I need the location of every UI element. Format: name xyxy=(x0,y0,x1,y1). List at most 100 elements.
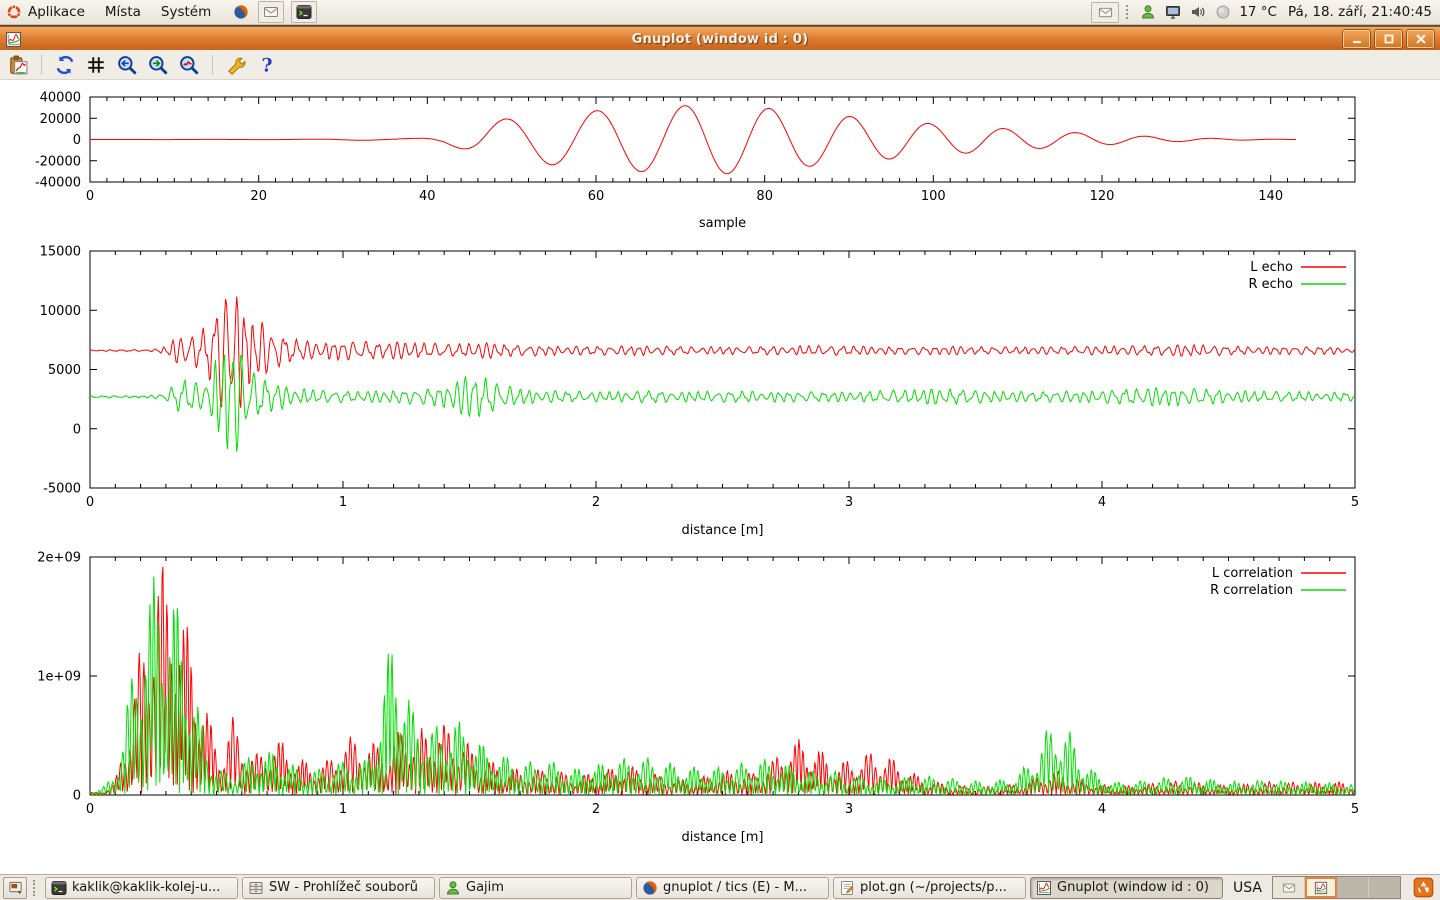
taskbar-item-terminal[interactable]: kaklik@kaklik-kolej-u... xyxy=(45,877,238,899)
x-tick-label: 4 xyxy=(1098,802,1106,817)
menu-label: Místa xyxy=(105,4,141,20)
maximize-button[interactable] xyxy=(1374,29,1403,49)
x-tick-label: 3 xyxy=(845,802,853,817)
grid-button[interactable] xyxy=(84,53,108,77)
workspace-2[interactable] xyxy=(1305,877,1337,898)
taskbar-item-gedit[interactable]: plot.gn (~/projects/p... xyxy=(833,877,1026,899)
taskbar-item-label: Gnuplot (window id : 0) xyxy=(1057,880,1209,895)
display-settings-icon[interactable] xyxy=(1164,3,1182,21)
x-tick-label: 0 xyxy=(86,495,94,510)
series-L-correlation xyxy=(90,567,1355,795)
minimize-button[interactable] xyxy=(1342,29,1371,49)
legend-label: L correlation xyxy=(1212,566,1293,581)
taskbar-item-label: gnuplot / tics (E) - M... xyxy=(663,880,807,895)
x-tick-label: 80 xyxy=(756,189,773,204)
gnuplot-window-icon[interactable] xyxy=(5,31,22,48)
gajim-status-icon[interactable] xyxy=(1139,3,1157,21)
x-tick-label: 2 xyxy=(592,802,600,817)
menu-aplikace[interactable]: Aplikace xyxy=(0,0,95,24)
y-tick-label: 40000 xyxy=(40,91,81,106)
taskbar: kaklik@kaklik-kolej-u... SW - Prohlížeč s… xyxy=(0,874,1440,900)
taskbar-item-label: Gajim xyxy=(466,880,504,895)
y-tick-label: -20000 xyxy=(35,154,81,169)
x-tick-label: 1 xyxy=(339,495,347,510)
terminal-launcher[interactable] xyxy=(291,1,317,23)
y-tick-label: 15000 xyxy=(40,245,81,260)
x-tick-label: 120 xyxy=(1090,189,1115,204)
x-tick-label: 0 xyxy=(86,189,94,204)
y-tick-label: 1e+09 xyxy=(37,670,81,685)
temperature-label[interactable]: 17 °C xyxy=(1239,4,1277,20)
plot-echo[interactable]: 012345-5000050001000015000distance [m]L … xyxy=(40,245,1360,539)
x-tick-label: 1 xyxy=(339,802,347,817)
ubuntu-logo-icon xyxy=(6,4,22,20)
toolbar-separator xyxy=(41,55,42,75)
x-tick-label: 0 xyxy=(86,802,94,817)
taskbar-item-gajim[interactable]: Gajim xyxy=(439,877,632,899)
gnuplot-titlebar[interactable]: Gnuplot (window id : 0) xyxy=(0,26,1440,51)
y-tick-label: 20000 xyxy=(40,112,81,127)
y-tick-label: -5000 xyxy=(43,482,81,497)
window-title: Gnuplot (window id : 0) xyxy=(0,32,1440,47)
terminal-icon xyxy=(51,880,67,896)
taskbar-item-firefox[interactable]: gnuplot / tics (E) - M... xyxy=(636,877,829,899)
workspace-3[interactable] xyxy=(1337,877,1369,898)
toolbar-separator xyxy=(212,55,213,75)
menu-label: Systém xyxy=(161,4,211,20)
zoom-previous-button[interactable] xyxy=(115,53,139,77)
copy-button[interactable] xyxy=(6,53,30,77)
x-tick-label: 100 xyxy=(921,189,946,204)
replot-button[interactable] xyxy=(53,53,77,77)
plot-correlation[interactable]: 01234501e+092e+09distance [m]L correlati… xyxy=(37,551,1359,846)
panel-grip[interactable] xyxy=(1126,5,1132,19)
series-R-echo xyxy=(90,355,1355,452)
x-tick-label: 40 xyxy=(419,189,436,204)
gnuplot-canvas[interactable]: 020406080100120140-40000-200000200004000… xyxy=(0,80,1440,874)
firefox-icon xyxy=(642,880,658,896)
keyboard-layout-indicator[interactable]: USA xyxy=(1227,880,1268,896)
close-button[interactable] xyxy=(1406,29,1435,49)
svg-text:?: ? xyxy=(261,55,272,75)
y-tick-label: 10000 xyxy=(40,304,81,319)
tasklist-grip[interactable] xyxy=(33,880,39,896)
y-tick-label: 2e+09 xyxy=(37,551,81,566)
unzoom-button[interactable] xyxy=(177,53,201,77)
show-desktop-button[interactable] xyxy=(3,877,27,899)
trash-icon[interactable] xyxy=(1413,877,1435,899)
gnuplot-icon xyxy=(1036,880,1052,896)
taskbar-item-gnuplot[interactable]: Gnuplot (window id : 0) xyxy=(1030,877,1223,899)
top-panel: Aplikace Místa Systém 17 °C Pá, 18. září, … xyxy=(0,0,1440,25)
series-signal xyxy=(90,106,1296,174)
mail-launcher[interactable] xyxy=(258,1,284,23)
zoom-next-button[interactable] xyxy=(146,53,170,77)
legend-label: R correlation xyxy=(1210,583,1293,598)
workspace-1[interactable] xyxy=(1273,877,1305,898)
workspace-4[interactable] xyxy=(1369,877,1400,898)
firefox-launcher[interactable] xyxy=(231,2,251,22)
taskbar-item-label: kaklik@kaklik-kolej-u... xyxy=(72,880,220,895)
menu-systém[interactable]: Systém xyxy=(151,0,221,24)
options-button[interactable] xyxy=(224,53,248,77)
gedit-icon xyxy=(839,880,855,896)
gnuplot-toolbar: ? xyxy=(0,50,1440,80)
weather-icon[interactable] xyxy=(1214,3,1232,21)
taskbar-item-label: SW - Prohlížeč souborů xyxy=(269,880,418,895)
x-tick-label: 5 xyxy=(1351,495,1359,510)
mail-notification-icon[interactable] xyxy=(1091,2,1119,23)
help-button[interactable]: ? xyxy=(255,53,279,77)
x-tick-label: 3 xyxy=(845,495,853,510)
clock-label[interactable]: Pá, 18. září, 21:40:45 xyxy=(1288,4,1432,20)
menu-label: Aplikace xyxy=(28,4,85,20)
plot-sample-waveform[interactable]: 020406080100120140-40000-200000200004000… xyxy=(35,91,1355,232)
y-tick-label: 0 xyxy=(73,133,81,148)
x-tick-label: 4 xyxy=(1098,495,1106,510)
taskbar-item-file-manager[interactable]: SW - Prohlížeč souborů xyxy=(242,877,435,899)
menu-místa[interactable]: Místa xyxy=(95,0,151,24)
x-tick-label: 140 xyxy=(1258,189,1283,204)
volume-icon[interactable] xyxy=(1189,3,1207,21)
y-tick-label: 0 xyxy=(73,789,81,804)
y-tick-label: -40000 xyxy=(35,176,81,191)
y-tick-label: 0 xyxy=(73,422,81,437)
plot-border xyxy=(90,251,1355,488)
x-axis-label: distance [m] xyxy=(681,523,763,538)
